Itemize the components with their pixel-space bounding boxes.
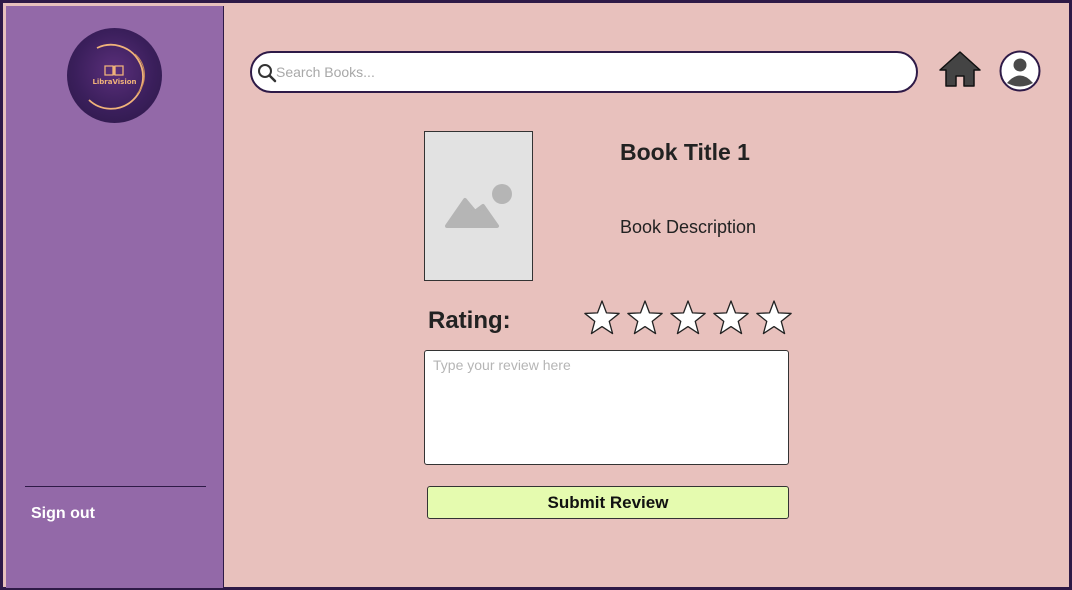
book-title: Book Title 1 xyxy=(620,139,750,165)
rating-label: Rating: xyxy=(428,307,511,334)
user-profile-icon[interactable] xyxy=(999,50,1041,92)
sign-out-link[interactable]: Sign out xyxy=(31,505,95,523)
star-icon[interactable] xyxy=(711,298,751,338)
book-description: Book Description xyxy=(620,217,757,237)
star-icon[interactable] xyxy=(625,298,665,338)
star-rating[interactable] xyxy=(582,298,797,338)
app-frame: LibraVision Sign out Book Title 1 Book D… xyxy=(0,0,1072,590)
search-icon[interactable] xyxy=(257,63,277,83)
home-icon[interactable] xyxy=(938,50,982,88)
star-icon[interactable] xyxy=(582,298,622,338)
sidebar-divider xyxy=(25,486,206,487)
image-placeholder-icon xyxy=(445,184,512,228)
search-input[interactable] xyxy=(276,62,896,82)
review-textarea[interactable] xyxy=(424,350,789,465)
book-cover-placeholder xyxy=(424,131,533,281)
librovision-logo[interactable]: LibraVision xyxy=(67,28,162,123)
submit-review-button[interactable]: Submit Review xyxy=(427,486,789,519)
search-bar[interactable] xyxy=(250,51,918,93)
star-icon[interactable] xyxy=(668,298,708,338)
logo-ring-icon xyxy=(88,43,145,110)
star-icon[interactable] xyxy=(754,298,794,338)
sidebar: LibraVision Sign out xyxy=(6,6,224,588)
logo-text: LibraVision xyxy=(92,78,137,86)
